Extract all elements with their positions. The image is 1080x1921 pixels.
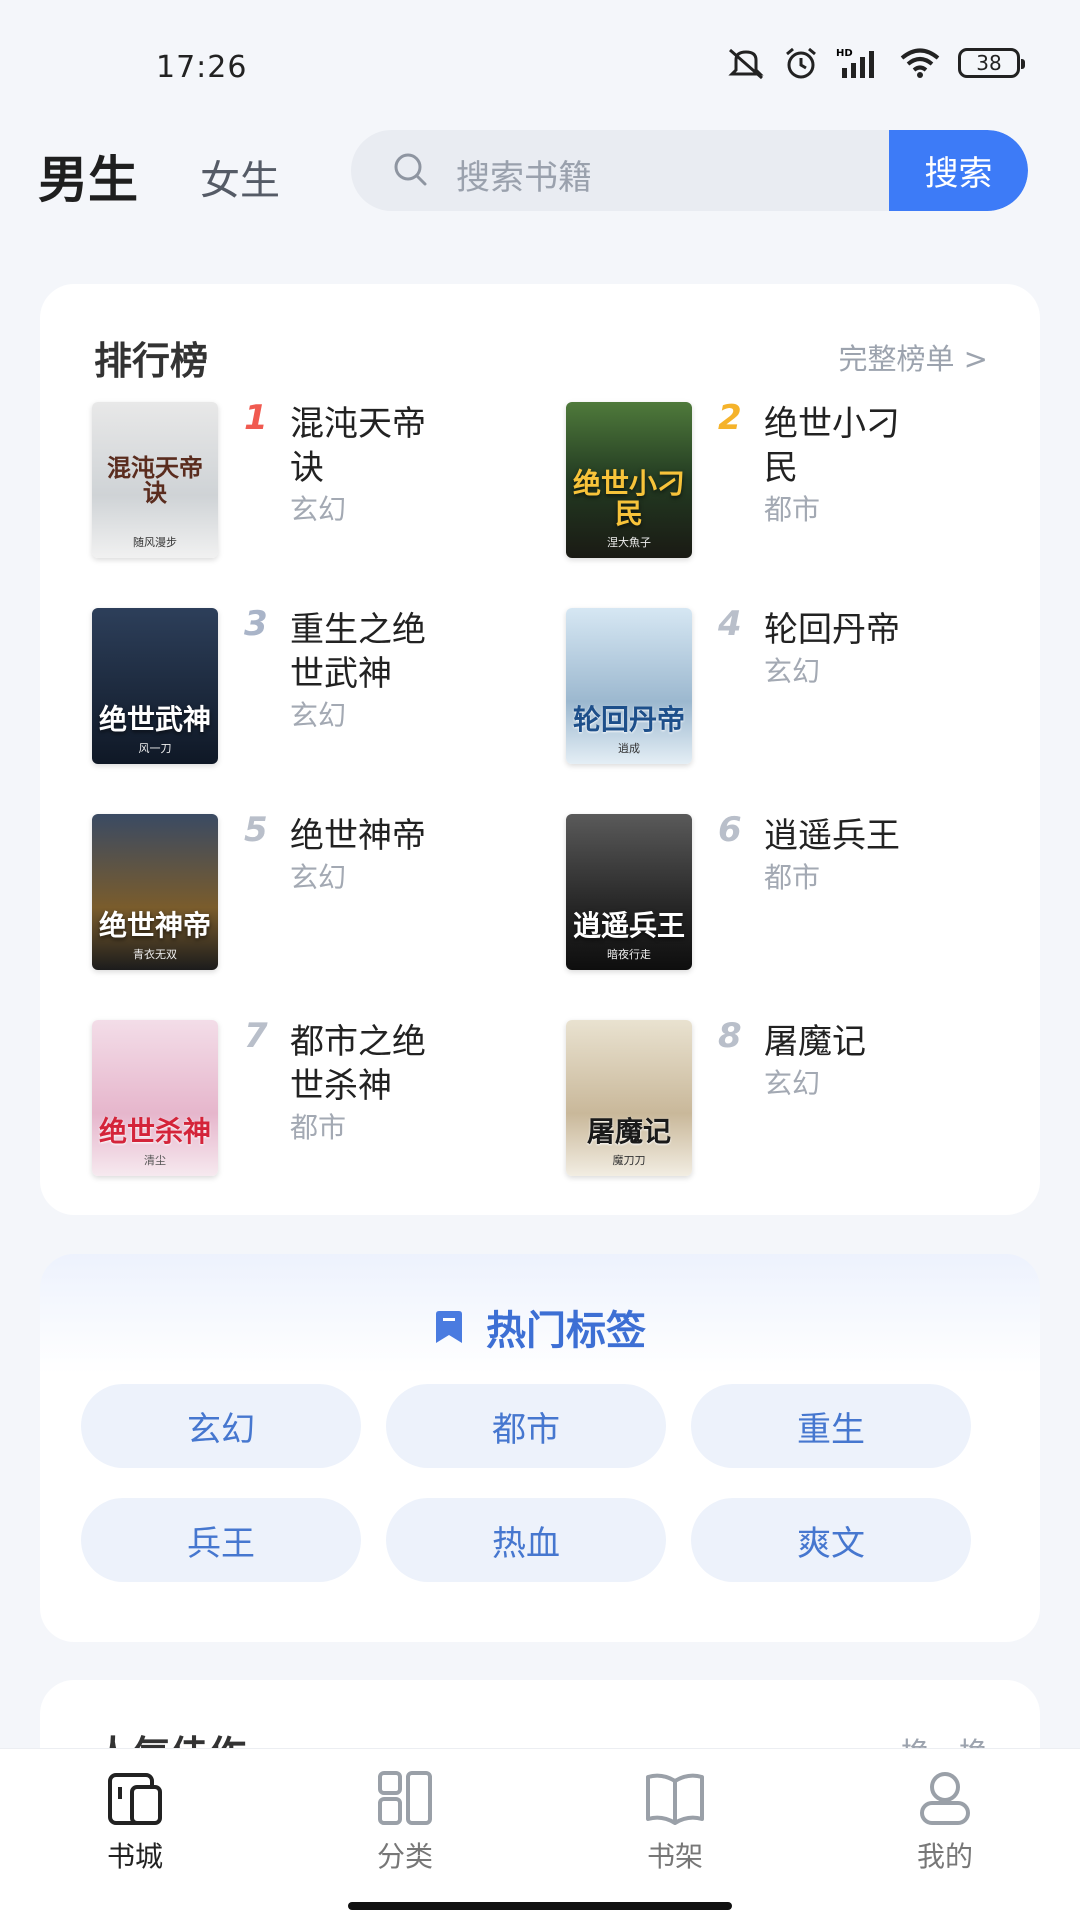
book-title: 混沌天帝诀 — [290, 404, 426, 488]
cover-author: 暗夜行走 — [607, 948, 651, 961]
cover-title: 逍遥兵王 — [572, 908, 685, 942]
cover-author: 风一刀 — [138, 742, 172, 755]
book-cover[interactable]: 绝世武神 风一刀 — [92, 608, 218, 764]
cover-title: 绝世神帝 — [98, 908, 211, 942]
ranking-book-2[interactable]: 绝世小刁民 涅大魚子 2 绝世小刁民 都市 — [566, 398, 1026, 562]
cover-title: 轮回丹帝 — [572, 702, 685, 736]
cover-title: 绝世武神 — [98, 702, 211, 736]
battery-icon: 38 — [958, 48, 1025, 78]
cover-author: 涅大魚子 — [607, 536, 651, 549]
book-title: 轮回丹帝 — [764, 610, 900, 650]
cover-author: 魔刀刀 — [612, 1154, 646, 1167]
ranking-book-3[interactable]: 绝世武神 风一刀 3 重生之绝世武神 玄幻 — [92, 604, 552, 768]
home-indicator[interactable] — [348, 1902, 732, 1910]
nav-label: 我的 — [916, 1840, 973, 1873]
book-title: 都市之绝世杀神 — [290, 1022, 426, 1106]
book-title: 重生之绝世武神 — [290, 610, 426, 694]
status-time: 17:26 — [156, 50, 248, 85]
profile-icon — [920, 1772, 970, 1825]
svg-text:HD: HD — [836, 48, 853, 59]
nav-profile[interactable]: 我的 — [885, 1769, 1005, 1875]
battery-level: 38 — [976, 51, 1002, 75]
status-icons: HD 38 — [726, 46, 1025, 80]
book-genre: 玄幻 — [290, 861, 347, 894]
mute-icon — [728, 48, 764, 80]
cover-author: 青衣无双 — [133, 948, 177, 961]
book-cover[interactable]: 绝世神帝 青衣无双 — [92, 814, 218, 970]
search-bar[interactable]: 搜索书籍 搜索 — [351, 130, 1028, 211]
tag-chip[interactable]: 兵王 — [81, 1498, 361, 1582]
book-genre: 玄幻 — [290, 699, 347, 732]
ranking-book-6[interactable]: 逍遥兵王 暗夜行走 6 逍遥兵王 都市 — [566, 810, 1026, 974]
book-genre: 玄幻 — [764, 1067, 821, 1100]
rank-number: 5 — [244, 810, 268, 850]
search-icon — [394, 153, 427, 186]
tab-female[interactable]: 女生 — [200, 148, 280, 206]
bookshelf-icon — [646, 1773, 704, 1825]
ranking-card: 排行榜 完整榜单 > 混沌天帝诀 随风漫步 1 混沌天帝诀 玄幻 绝世小刁民 涅… — [40, 284, 1040, 1215]
category-icon — [378, 1771, 432, 1825]
tag-chip[interactable]: 都市 — [386, 1384, 666, 1468]
book-genre: 都市 — [764, 861, 821, 894]
nav-label: 分类 — [376, 1840, 433, 1873]
book-genre: 玄幻 — [764, 655, 821, 688]
ranking-book-5[interactable]: 绝世神帝 青衣无双 5 绝世神帝 玄幻 — [92, 810, 552, 974]
alarm-icon — [786, 47, 816, 79]
rank-number: 6 — [718, 810, 742, 850]
rank-number: 1 — [244, 398, 268, 438]
rank-number: 4 — [718, 604, 742, 644]
book-title: 逍遥兵王 — [764, 816, 900, 856]
book-cover[interactable]: 混沌天帝诀 随风漫步 — [92, 402, 218, 558]
tag-chip[interactable]: 热血 — [386, 1498, 666, 1582]
signal-icon: HD — [836, 48, 874, 78]
tag-chip[interactable]: 重生 — [691, 1384, 971, 1468]
cover-author: 清尘 — [144, 1154, 166, 1167]
book-cover[interactable]: 屠魔记 魔刀刀 — [566, 1020, 692, 1176]
cover-author: 逍成 — [618, 742, 640, 755]
book-cover[interactable]: 绝世杀神 清尘 — [92, 1020, 218, 1176]
bottom-nav: 书城 分类 书架 我的 — [0, 1748, 1080, 1921]
cover-author: 随风漫步 — [133, 536, 177, 549]
tag-chip[interactable]: 爽文 — [691, 1498, 971, 1582]
book-title: 绝世小刁民 — [764, 404, 900, 488]
book-genre: 都市 — [290, 1111, 347, 1144]
search-input[interactable]: 搜索书籍 — [456, 150, 592, 199]
cover-title: 绝世小刁民 — [572, 467, 685, 530]
nav-bookshelf[interactable]: 书架 — [615, 1769, 735, 1875]
full-ranking-link[interactable]: 完整榜单 > — [838, 336, 988, 378]
ranking-book-8[interactable]: 屠魔记 魔刀刀 8 屠魔记 玄幻 — [566, 1016, 1026, 1180]
ranking-book-1[interactable]: 混沌天帝诀 随风漫步 1 混沌天帝诀 玄幻 — [92, 398, 552, 562]
book-title: 屠魔记 — [764, 1022, 866, 1062]
hot-tags-title: 热门标签 — [486, 1308, 646, 1354]
ranking-book-7[interactable]: 绝世杀神 清尘 7 都市之绝世杀神 都市 — [92, 1016, 552, 1180]
tag-chip[interactable]: 玄幻 — [81, 1384, 361, 1468]
tab-male[interactable]: 男生 — [38, 140, 138, 212]
rank-number: 7 — [244, 1016, 268, 1056]
nav-label: 书架 — [646, 1840, 703, 1873]
book-title: 绝世神帝 — [290, 816, 426, 856]
book-genre: 玄幻 — [290, 493, 347, 526]
wifi-icon — [900, 48, 940, 78]
status-bar: 17:26 HD 38 — [0, 0, 1080, 110]
rank-number: 8 — [718, 1016, 742, 1056]
bookmark-icon — [436, 1311, 462, 1343]
search-button[interactable]: 搜索 — [889, 130, 1028, 211]
ranking-title: 排行榜 — [94, 339, 209, 383]
ranking-book-4[interactable]: 轮回丹帝 逍成 4 轮回丹帝 玄幻 — [566, 604, 1026, 768]
bookstore-icon — [108, 1773, 162, 1825]
hot-tags-header: 热门标签 — [40, 1298, 1040, 1356]
book-genre: 都市 — [764, 493, 821, 526]
book-cover[interactable]: 轮回丹帝 逍成 — [566, 608, 692, 764]
rank-number: 3 — [244, 604, 268, 644]
book-cover[interactable]: 逍遥兵王 暗夜行走 — [566, 814, 692, 970]
nav-bookstore[interactable]: 书城 — [75, 1769, 195, 1875]
nav-category[interactable]: 分类 — [345, 1769, 465, 1875]
cover-title: 绝世杀神 — [98, 1114, 211, 1148]
cover-title: 屠魔记 — [586, 1114, 671, 1148]
nav-label: 书城 — [106, 1840, 163, 1873]
rank-number: 2 — [718, 398, 742, 438]
cover-title: 混沌天帝诀 — [107, 453, 203, 507]
hot-tags-card: 热门标签 玄幻 都市 重生 兵王 热血 爽文 — [40, 1254, 1040, 1642]
book-cover[interactable]: 绝世小刁民 涅大魚子 — [566, 402, 692, 558]
